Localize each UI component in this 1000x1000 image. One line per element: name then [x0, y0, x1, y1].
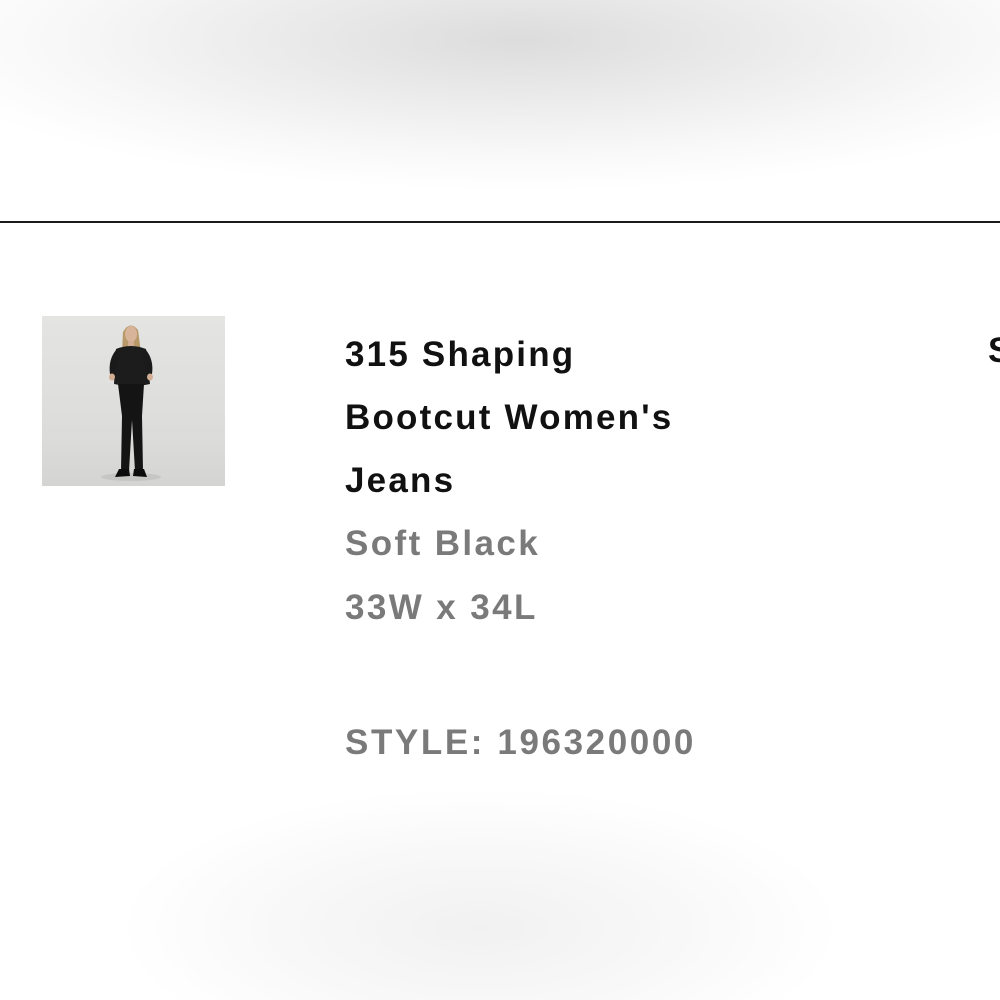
product-details: 315 Shaping Bootcut Women's Jeans Soft B… [345, 323, 805, 768]
product-color: Soft Black [345, 524, 541, 563]
blurred-footer-area [0, 778, 1000, 1000]
cart-line-item: 315 Shaping Bootcut Women's Jeans Soft B… [0, 223, 1000, 778]
blurred-header-area [0, 0, 1000, 221]
product-style-number: STYLE: 196320000 [345, 723, 696, 762]
product-size: 33W x 34L [345, 588, 538, 627]
screenshot-stage: 315 Shaping Bootcut Women's Jeans Soft B… [0, 0, 1000, 1000]
model-photo-icon [101, 325, 161, 481]
product-name-line-2[interactable]: Bootcut Women's [345, 386, 805, 449]
product-name-line-3[interactable]: Jeans [345, 449, 805, 512]
product-name-line-1[interactable]: 315 Shaping [345, 323, 805, 386]
cropped-column-text: S [988, 331, 1000, 370]
product-thumbnail[interactable] [42, 316, 225, 486]
